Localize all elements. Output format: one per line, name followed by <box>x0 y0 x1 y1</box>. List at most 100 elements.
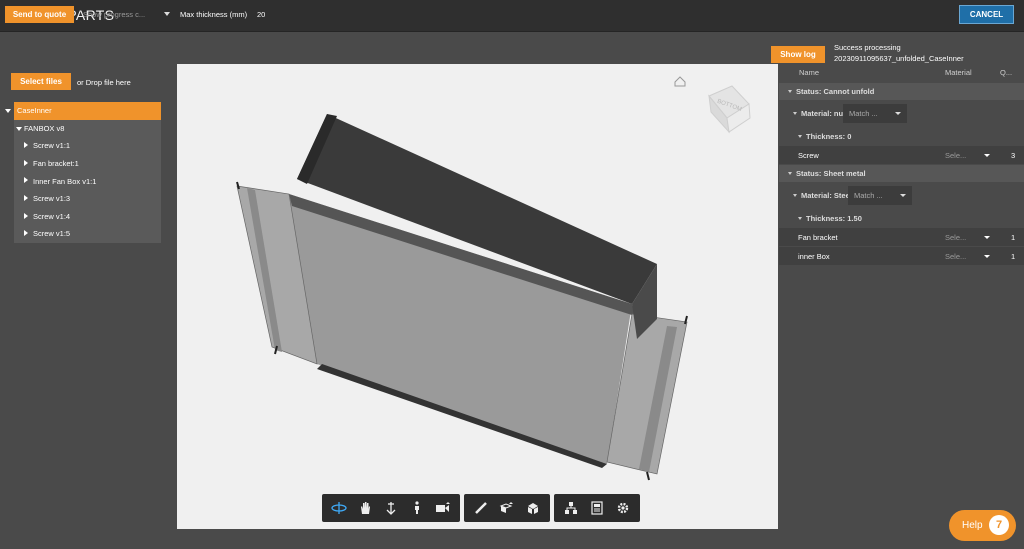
column-header-name[interactable]: Name <box>799 68 819 77</box>
dropdown-value: Match ... <box>849 109 878 118</box>
chevron-down-icon <box>900 194 906 197</box>
material-match-dropdown[interactable]: Match ... <box>848 186 912 205</box>
status-message: Success processing <box>834 43 901 52</box>
thickness-label: Thickness: 1.50 <box>806 214 862 223</box>
tree-item-label: Inner Fan Box v1:1 <box>33 176 97 186</box>
help-button[interactable]: Help 7 <box>949 510 1016 541</box>
orbit-icon[interactable] <box>326 496 352 520</box>
max-thickness-label: Max thickness (mm) <box>180 10 248 19</box>
material-select[interactable]: Sele... <box>945 151 966 160</box>
collapse-icon <box>788 90 792 93</box>
parts-list-panel: Name Material Q... Status: Cannot unfold… <box>779 64 1024 265</box>
navigation-tools <box>322 494 460 522</box>
chevron-down-icon[interactable] <box>984 255 990 258</box>
max-thickness-value[interactable]: 20 <box>257 10 265 19</box>
chevron-down-icon <box>164 12 170 16</box>
measure-icon[interactable] <box>468 496 494 520</box>
collapse-icon <box>788 172 792 175</box>
group-status: Status: Sheet metal <box>796 169 866 178</box>
expand-right-icon[interactable] <box>24 142 28 149</box>
material-label: Material: null <box>801 108 848 118</box>
tree-item-label: Screw v1:3 <box>33 194 71 204</box>
properties-icon[interactable] <box>584 496 610 520</box>
expand-right-icon[interactable] <box>24 177 28 184</box>
view-cube[interactable]: BOTTOM <box>708 85 751 134</box>
camera-icon[interactable] <box>430 496 456 520</box>
tree-item[interactable]: Fan bracket:1 <box>14 154 161 173</box>
settings-icon[interactable] <box>610 496 636 520</box>
thickness-group[interactable]: Thickness: 1.50 <box>779 210 1024 227</box>
model-tools <box>554 494 640 522</box>
progress-dropdown-value: Show progress c... <box>83 10 146 19</box>
home-icon[interactable] <box>674 76 686 87</box>
tree-item[interactable]: Screw v1:3 <box>14 189 161 208</box>
tree-item-label: Screw v1:4 <box>33 211 71 221</box>
3d-model[interactable]: BOTTOM <box>177 64 778 529</box>
collapse-icon <box>798 135 802 138</box>
chevron-down-icon[interactable] <box>984 154 990 157</box>
expand-right-icon[interactable] <box>24 194 28 201</box>
thickness-group[interactable]: Thickness: 0 <box>779 128 1024 145</box>
group-header[interactable]: Status: Sheet metal <box>779 165 1024 182</box>
part-row[interactable]: Screw Sele... 3 <box>779 146 1024 164</box>
status-filename: 20230911095637_unfolded_CaseInner <box>834 54 964 63</box>
help-label: Help <box>962 520 983 531</box>
tree-item[interactable]: Screw v1:5 <box>14 225 161 243</box>
dropdown-value: Match ... <box>854 191 883 200</box>
send-to-quote-button[interactable]: Send to quote <box>5 6 74 23</box>
tree-item[interactable]: Screw v1:1 <box>14 137 161 155</box>
expand-down-icon[interactable] <box>5 109 11 113</box>
pan-icon[interactable] <box>352 496 378 520</box>
tree-item-label: Screw v1:5 <box>33 229 71 239</box>
material-select[interactable]: Sele... <box>945 252 966 261</box>
material-label: Material: Steel <box>801 190 852 200</box>
chevron-down-icon <box>895 112 901 115</box>
drop-zone-text[interactable]: or Drop file here <box>77 78 131 87</box>
progress-dropdown[interactable]: Show progress c... <box>80 6 172 23</box>
analysis-tools <box>464 494 550 522</box>
collapse-icon <box>793 111 797 115</box>
material-match-dropdown[interactable]: Match ... <box>843 104 907 123</box>
thickness-label: Thickness: 0 <box>806 132 852 141</box>
part-quantity[interactable]: 1 <box>1011 233 1015 242</box>
tree-item[interactable]: Screw v1:4 <box>14 207 161 226</box>
material-select[interactable]: Sele... <box>945 233 966 242</box>
cancel-button[interactable]: CANCEL <box>959 5 1014 24</box>
tree-item-assembly[interactable]: FANBOX v8 <box>14 119 161 138</box>
column-header-quantity[interactable]: Q... <box>1000 68 1012 77</box>
tree-item-label: FANBOX v8 <box>24 123 65 133</box>
tree-item[interactable]: Inner Fan Box v1:1 <box>14 172 161 190</box>
tree-item-root[interactable]: CaseInner <box>5 102 161 120</box>
3d-viewport[interactable]: BOTTOM <box>177 64 778 529</box>
expand-right-icon[interactable] <box>24 212 28 219</box>
collapse-icon <box>798 217 802 220</box>
explode-icon[interactable] <box>520 496 546 520</box>
section-icon[interactable] <box>494 496 520 520</box>
tree-item-label: Fan bracket:1 <box>33 159 79 169</box>
part-quantity[interactable]: 1 <box>1011 252 1015 261</box>
expand-down-icon[interactable] <box>16 126 22 131</box>
part-tree: CaseInner FANBOX v8 Screw v1:1 Fan brack… <box>4 102 161 243</box>
collapse-icon <box>793 193 797 197</box>
show-log-button[interactable]: Show log <box>771 46 825 63</box>
part-name: Fan bracket <box>798 232 838 242</box>
part-name: Screw <box>798 150 819 160</box>
model-browser-icon[interactable] <box>558 496 584 520</box>
zoom-icon[interactable] <box>378 496 404 520</box>
select-files-button[interactable]: Select files <box>11 73 71 90</box>
help-logo-icon: 7 <box>989 515 1009 535</box>
expand-right-icon[interactable] <box>24 159 28 166</box>
group-status: Status: Cannot unfold <box>796 87 875 96</box>
viewer-toolbar <box>322 494 644 522</box>
tree-item-label: Screw v1:1 <box>33 141 71 151</box>
part-row[interactable]: Fan bracket Sele... 1 <box>779 228 1024 246</box>
part-quantity[interactable]: 3 <box>1011 151 1015 160</box>
chevron-down-icon[interactable] <box>984 236 990 239</box>
column-header-material[interactable]: Material <box>945 68 972 77</box>
tree-item-label: CaseInner <box>17 106 52 116</box>
group-header[interactable]: Status: Cannot unfold <box>779 83 1024 100</box>
part-name: inner Box <box>798 251 830 261</box>
expand-right-icon[interactable] <box>24 230 28 237</box>
walk-icon[interactable] <box>404 496 430 520</box>
part-row[interactable]: inner Box Sele... 1 <box>779 247 1024 265</box>
